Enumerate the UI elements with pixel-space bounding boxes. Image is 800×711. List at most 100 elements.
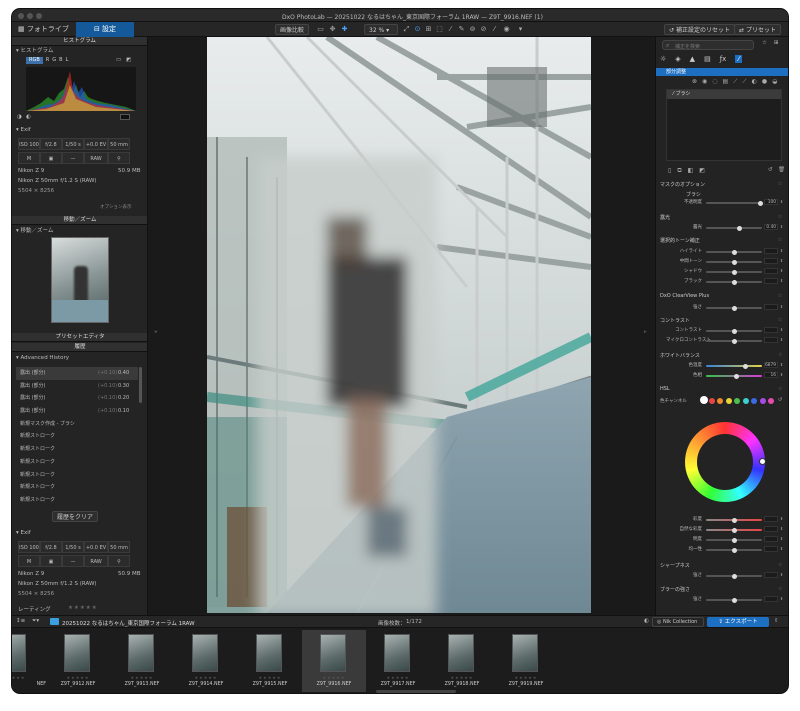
hsl-section-star-icon[interactable]: ☆ [778,386,782,392]
history-panel-header[interactable]: 履歴 [12,343,147,352]
mask-show-icon[interactable]: ◩ [699,167,705,175]
tone-2-slider[interactable] [706,269,762,275]
color-channel-swatch[interactable] [708,398,715,404]
color-channel-swatch[interactable] [759,398,766,404]
thumbnail-rating[interactable]: ★★★★★ [252,675,288,680]
filmstrip-thumbnail[interactable]: ★★★★★ Z9T_9913.NEF [110,630,174,692]
shadow-clip-icon[interactable]: ◑ [17,114,22,120]
local-adjust-tab-icon[interactable]: ⁄ [735,55,743,63]
fit-icon[interactable]: ⤢ [402,25,411,34]
micro-contrast-value[interactable] [764,337,778,343]
auto-mask-icon[interactable]: ◉ [702,78,707,86]
mask-new-icon[interactable]: ▯ [668,167,671,175]
history-item[interactable]: 露出 (部分) (+0.10) 0.30 [16,380,138,393]
saturation-knob[interactable] [731,517,737,523]
white-balance-section[interactable]: ホワイトバランス [660,352,700,359]
polygon-icon[interactable]: ⟋ [742,78,746,86]
uniformity-stepper[interactable]: ⬍ [780,546,783,551]
color-channel-swatch[interactable] [768,398,774,404]
black-swatch[interactable] [120,114,130,120]
image-viewer[interactable]: ◂ ▸ [148,37,655,615]
contrast-stepper[interactable]: ⬍ [780,327,783,332]
thumbnail-rating[interactable]: ★★★★★ [444,675,480,680]
share-icon[interactable]: ⇧ [774,618,779,624]
vibrance-stepper[interactable]: ⬍ [780,526,783,531]
uniformity-value[interactable] [764,546,778,552]
eraser-icon[interactable]: ◌ [712,78,717,86]
tone-2-knob[interactable] [731,269,737,275]
tone-1-knob[interactable] [731,259,737,265]
history-item[interactable]: 新規ストローク [16,430,138,443]
filter-icon[interactable]: ⏷▾ [32,618,39,625]
opacity-stepper[interactable]: ⬍ [780,199,783,204]
tab-photo-library[interactable]: ▦ フォトライブラリ [12,22,76,48]
perspective-icon[interactable]: ⬚ [435,25,444,34]
tone-2-stepper[interactable]: ⬍ [780,268,783,273]
option-display-link[interactable]: オプション表示 [100,204,132,210]
search-input[interactable]: ⌕ 補正を検索 [662,40,754,50]
brightness-slider[interactable] [706,537,762,543]
history-item[interactable]: 露出 (部分) (+0.10) 0.10 [16,405,138,418]
brightness-knob[interactable] [731,537,737,543]
hand-tool-icon[interactable]: ⊙ [413,25,422,34]
thumbnail-rating[interactable]: ★★★★★ [508,675,544,680]
contrast-value[interactable] [764,327,778,333]
thumbnail-rating[interactable]: ★★★★★ [188,675,224,680]
thumbnail-rating[interactable]: ★★★★★ [60,675,96,680]
rating-stars[interactable]: ★★★★★ [68,605,98,611]
filmstrip-toggle-icon[interactable]: ◐ [644,618,649,624]
tone-0-stepper[interactable]: ⬍ [780,248,783,253]
tint-knob[interactable] [734,373,740,379]
close-window-button[interactable] [18,13,24,19]
local-adjust-header[interactable]: 部分調整 [656,68,788,76]
vibrance-slider[interactable] [706,527,762,533]
filmstrip-thumbnail[interactable]: ★★★★★ Z9T_9917.NEF [366,630,430,692]
filmstrip-thumbnail[interactable]: ★★★★★ Z9T_9918.NEF [430,630,494,692]
micro-contrast-stepper[interactable]: ⬍ [780,337,783,342]
eyedropper-icon[interactable]: ⁄ [446,25,455,34]
sharpness-section[interactable]: シャープネス [660,562,690,569]
opacity-value[interactable]: 100 [764,199,778,205]
tone-3-stepper[interactable]: ⬍ [780,278,783,283]
tone-3-slider[interactable] [706,279,762,285]
tint-slider[interactable] [706,373,762,379]
filmstrip-thumbnail[interactable]: ★★★★★ Z9T_9914.NEF [174,630,238,692]
mask-options-section[interactable]: マスクのオプション [660,181,705,188]
exposure-knob[interactable] [737,225,743,231]
saturation-stepper[interactable]: ⬍ [780,516,783,521]
tone-0-knob[interactable] [731,249,737,255]
tab-customize[interactable]: ⊟ 設定 [76,22,134,37]
layout-icon[interactable]: ▭ [316,25,325,34]
luminosity-icon[interactable]: ◐ [752,78,757,86]
clearview-strength-knob[interactable] [731,305,737,311]
minimize-window-button[interactable] [27,13,33,19]
right-panel-collapse-icon[interactable]: ▸ [644,329,647,335]
mask-options-section-star-icon[interactable]: ☆ [778,181,782,187]
history-item[interactable]: 露出 (部分) (+0.10) 0.40 [16,367,138,380]
color-channel-swatch[interactable] [734,398,740,404]
exif-subheader[interactable]: ▾ Exif [12,125,147,135]
blur-strength-stepper[interactable]: ⬍ [780,596,783,601]
uniformity-slider[interactable] [706,547,762,553]
mask-duplicate-icon[interactable]: ⧉ [677,167,681,175]
hsl-section[interactable]: HSL [660,386,670,392]
color-channel-swatch[interactable] [742,398,749,404]
white-balance-section-star-icon[interactable]: ☆ [778,352,782,358]
temperature-stepper[interactable]: ⬍ [780,362,783,367]
uniformity-knob[interactable] [731,547,737,553]
sharpness-value[interactable] [764,572,778,578]
sharpness-stepper[interactable]: ⬍ [780,572,783,577]
star-icon[interactable]: ☆ [762,40,767,46]
temperature-value[interactable]: 6879 [764,362,778,368]
color-icon[interactable]: ◈ [675,55,680,63]
tint-stepper[interactable]: ⬍ [780,372,783,377]
zoom-select[interactable]: 32 % ▾ [364,24,398,35]
move-zoom-subheader[interactable]: ▾ 移動／ズーム [12,226,147,236]
contrast-section-star-icon[interactable]: ☆ [778,317,782,323]
mask-invert-icon[interactable]: ◧ [688,167,694,175]
filmstrip-thumbnail[interactable]: ★★★★★ NEF [12,630,46,692]
geometry-icon[interactable]: ▤ [704,55,711,63]
export-button[interactable]: ⇪ エクスポート [707,617,769,627]
tone-0-slider[interactable] [706,249,762,255]
effects-icon[interactable]: ƒx [720,55,727,63]
